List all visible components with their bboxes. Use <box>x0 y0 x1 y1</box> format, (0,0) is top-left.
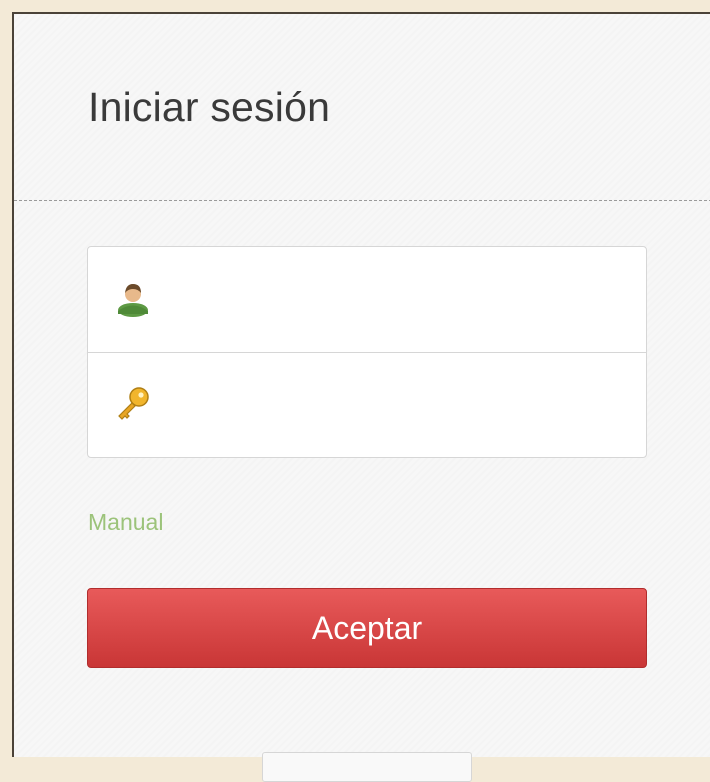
username-row <box>88 247 646 354</box>
manual-link[interactable]: Manual <box>88 509 163 536</box>
username-input[interactable] <box>168 247 632 354</box>
key-icon <box>114 385 152 423</box>
submit-button[interactable]: Aceptar <box>87 588 647 668</box>
page-title: Iniciar sesión <box>88 84 331 130</box>
login-fields <box>87 246 647 458</box>
login-panel: Iniciar sesión Manual Aceptar <box>12 12 710 782</box>
password-input[interactable] <box>168 353 632 457</box>
page-background: Iniciar sesión Manual Aceptar <box>0 0 710 782</box>
password-row <box>88 352 646 457</box>
header-divider <box>14 200 710 201</box>
user-icon <box>114 280 152 318</box>
